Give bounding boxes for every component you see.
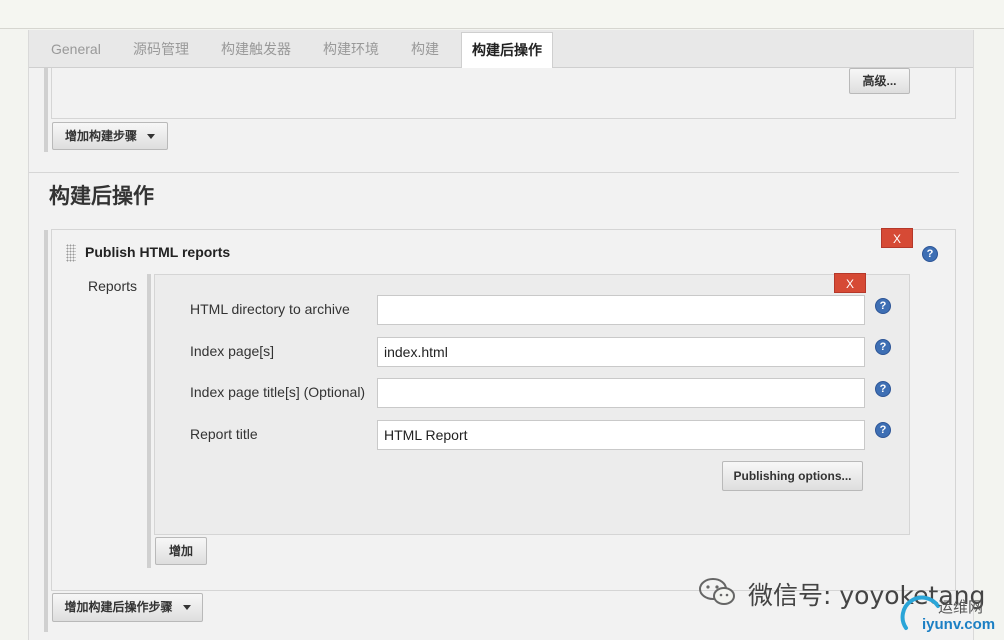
add-build-step-label: 增加构建步骤 (64, 129, 137, 143)
add-post-build-step-button[interactable]: 增加构建后操作步骤 (52, 593, 203, 622)
report-entry-box: X HTML directory to archive ? Index page… (154, 273, 910, 535)
index-pages-label: Index page[s] (190, 343, 275, 359)
html-directory-input[interactable] (377, 295, 865, 325)
tab-post-build-actions[interactable]: 构建后操作 (461, 32, 553, 69)
browser-top-bar (0, 0, 1004, 29)
delete-publisher-button[interactable]: X (881, 228, 913, 248)
build-section-bar (44, 68, 48, 152)
delete-report-button[interactable]: X (834, 273, 866, 293)
tab-build-triggers[interactable]: 构建触发器 (221, 30, 291, 67)
index-page-titles-label: Index page title[s] (Optional) (190, 384, 366, 400)
publisher-title: Publish HTML reports (85, 244, 231, 260)
post-build-section-bar (44, 230, 48, 632)
advanced-button[interactable]: 高级... (849, 68, 910, 94)
site-name: 运维网 (938, 599, 984, 616)
index-page-titles-input[interactable] (377, 378, 865, 408)
publisher-help-icon[interactable]: ? (922, 246, 938, 262)
tab-build[interactable]: 构建 (411, 30, 439, 67)
build-step-box: 高级... (51, 68, 956, 119)
add-post-build-step-label: 增加构建后操作步骤 (64, 600, 173, 614)
publisher-box: Publish HTML reports X ? Reports X HTML … (51, 228, 956, 591)
site-logo: 运维网 iyunv.com (900, 594, 1004, 640)
index-pages-help-icon[interactable]: ? (875, 339, 891, 355)
config-page: General 源码管理 构建触发器 构建环境 构建 构建后操作 高级... 增… (28, 30, 974, 640)
tab-general[interactable]: General (51, 30, 101, 67)
add-build-step-button[interactable]: 增加构建步骤 (52, 122, 168, 150)
index-page-titles-help-icon[interactable]: ? (875, 381, 891, 397)
html-directory-help-icon[interactable]: ? (875, 298, 891, 314)
page-title: 构建后操作 (49, 185, 154, 208)
tab-source-code-management[interactable]: 源码管理 (133, 30, 189, 67)
report-title-label: Report title (190, 426, 258, 442)
drag-handle-icon[interactable] (66, 244, 76, 262)
site-url: iyunv.com (922, 616, 996, 633)
add-report-button[interactable]: 增加 (155, 537, 207, 565)
section-divider (29, 172, 959, 173)
chevron-down-icon (147, 134, 155, 140)
reports-label: Reports (88, 278, 138, 294)
report-title-help-icon[interactable]: ? (875, 422, 891, 438)
reports-bar (147, 274, 151, 568)
index-pages-input[interactable] (377, 337, 865, 367)
tab-build-environment[interactable]: 构建环境 (323, 30, 379, 67)
publishing-options-button[interactable]: Publishing options... (722, 461, 863, 491)
wechat-icon (699, 578, 735, 605)
report-title-input[interactable] (377, 420, 865, 450)
html-directory-label: HTML directory to archive (190, 301, 350, 317)
tab-bar: General 源码管理 构建触发器 构建环境 构建 构建后操作 (29, 30, 973, 69)
chevron-down-icon (182, 605, 191, 611)
